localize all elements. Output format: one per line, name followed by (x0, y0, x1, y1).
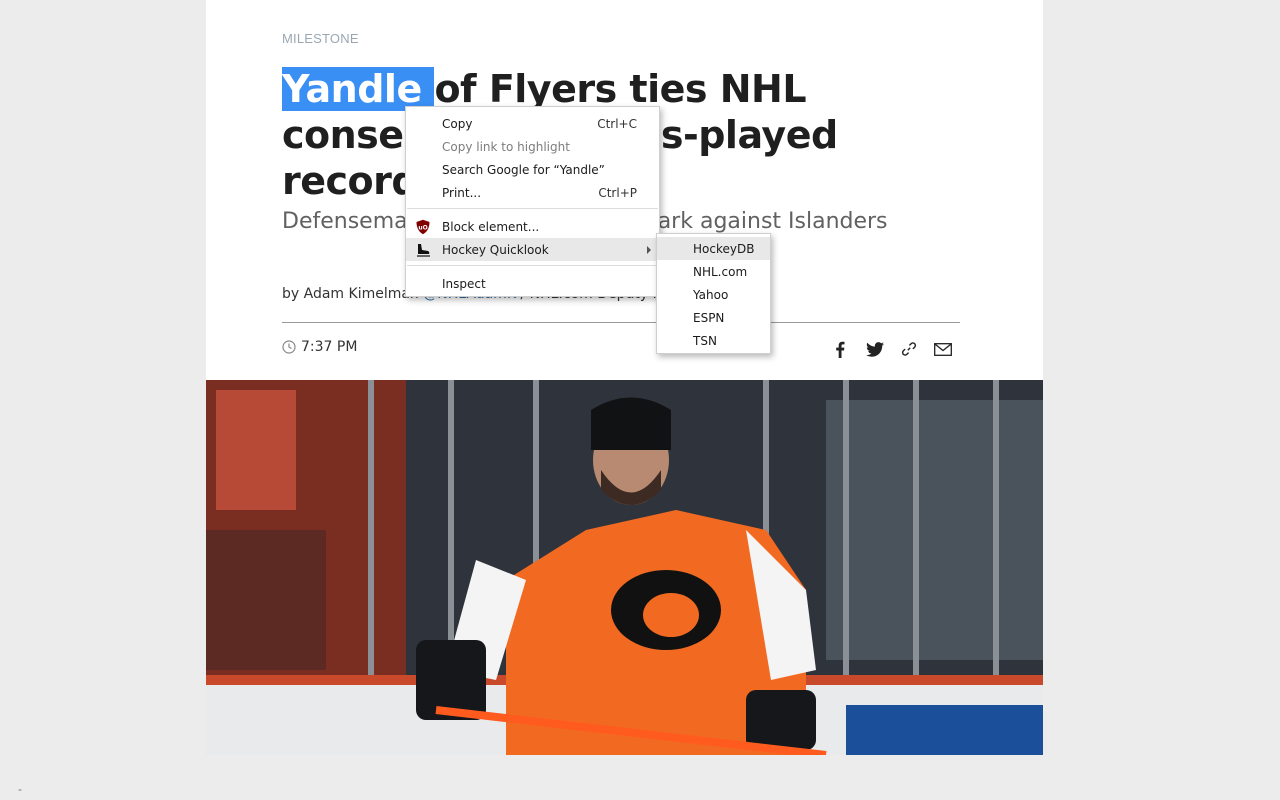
time-text: 7:37 PM (301, 339, 358, 355)
selected-text[interactable]: Yandle (282, 67, 435, 111)
twitter-icon[interactable] (865, 339, 885, 359)
byline-author: by Adam Kimelman (282, 286, 424, 302)
submenu-item-label: ESPN (693, 310, 725, 325)
context-menu: Copy Ctrl+C Copy link to highlight Searc… (405, 106, 660, 297)
facebook-icon[interactable] (830, 339, 850, 359)
submenu-arrow-icon (647, 245, 651, 254)
submenu-item-espn[interactable]: ESPN (657, 306, 770, 329)
menu-item-label: Block element... (442, 219, 540, 234)
submenu-item-nhl[interactable]: NHL.com (657, 260, 770, 283)
corner-mark: - (18, 782, 22, 796)
menu-item-label: Copy link to highlight (442, 139, 570, 154)
hockey-skate-icon (417, 243, 430, 257)
ublock-shield-icon: uO (416, 219, 430, 234)
submenu-item-hockeydb[interactable]: HockeyDB (657, 237, 770, 260)
email-icon[interactable] (933, 339, 953, 359)
menu-item-block-element[interactable]: uO Block element... (406, 215, 659, 238)
submenu-item-label: NHL.com (693, 264, 748, 279)
menu-item-label: Inspect (442, 276, 486, 291)
menu-item-hockey-quicklook[interactable]: Hockey Quicklook (406, 238, 659, 261)
menu-item-shortcut: Ctrl+P (598, 185, 637, 200)
clock-icon (282, 340, 296, 354)
submenu-item-tsn[interactable]: TSN (657, 329, 770, 352)
menu-separator (407, 265, 658, 266)
submenu-item-label: HockeyDB (693, 241, 755, 256)
hero-photo (206, 380, 1043, 755)
article-category[interactable]: MILESTONE (282, 31, 359, 46)
menu-item-shortcut: Ctrl+C (597, 116, 637, 131)
link-icon[interactable] (899, 339, 919, 359)
submenu-item-yahoo[interactable]: Yahoo (657, 283, 770, 306)
divider (282, 322, 960, 323)
menu-item-label: Copy (442, 116, 473, 131)
menu-item-label: Print... (442, 185, 482, 200)
menu-item-label: Hockey Quicklook (442, 242, 549, 257)
publish-time: 7:37 PM (282, 339, 357, 355)
menu-item-copy[interactable]: Copy Ctrl+C (406, 112, 659, 135)
menu-item-search-google[interactable]: Search Google for “Yandle” (406, 158, 659, 181)
submenu-item-label: Yahoo (693, 287, 729, 302)
menu-item-inspect[interactable]: Inspect (406, 272, 659, 295)
menu-item-copy-link-to-highlight[interactable]: Copy link to highlight (406, 135, 659, 158)
svg-text:uO: uO (418, 224, 427, 231)
menu-item-print[interactable]: Print... Ctrl+P (406, 181, 659, 204)
hockey-quicklook-submenu: HockeyDB NHL.com Yahoo ESPN TSN (656, 233, 771, 354)
menu-item-label: Search Google for “Yandle” (442, 162, 605, 177)
submenu-item-label: TSN (693, 333, 717, 348)
menu-separator (407, 208, 658, 209)
